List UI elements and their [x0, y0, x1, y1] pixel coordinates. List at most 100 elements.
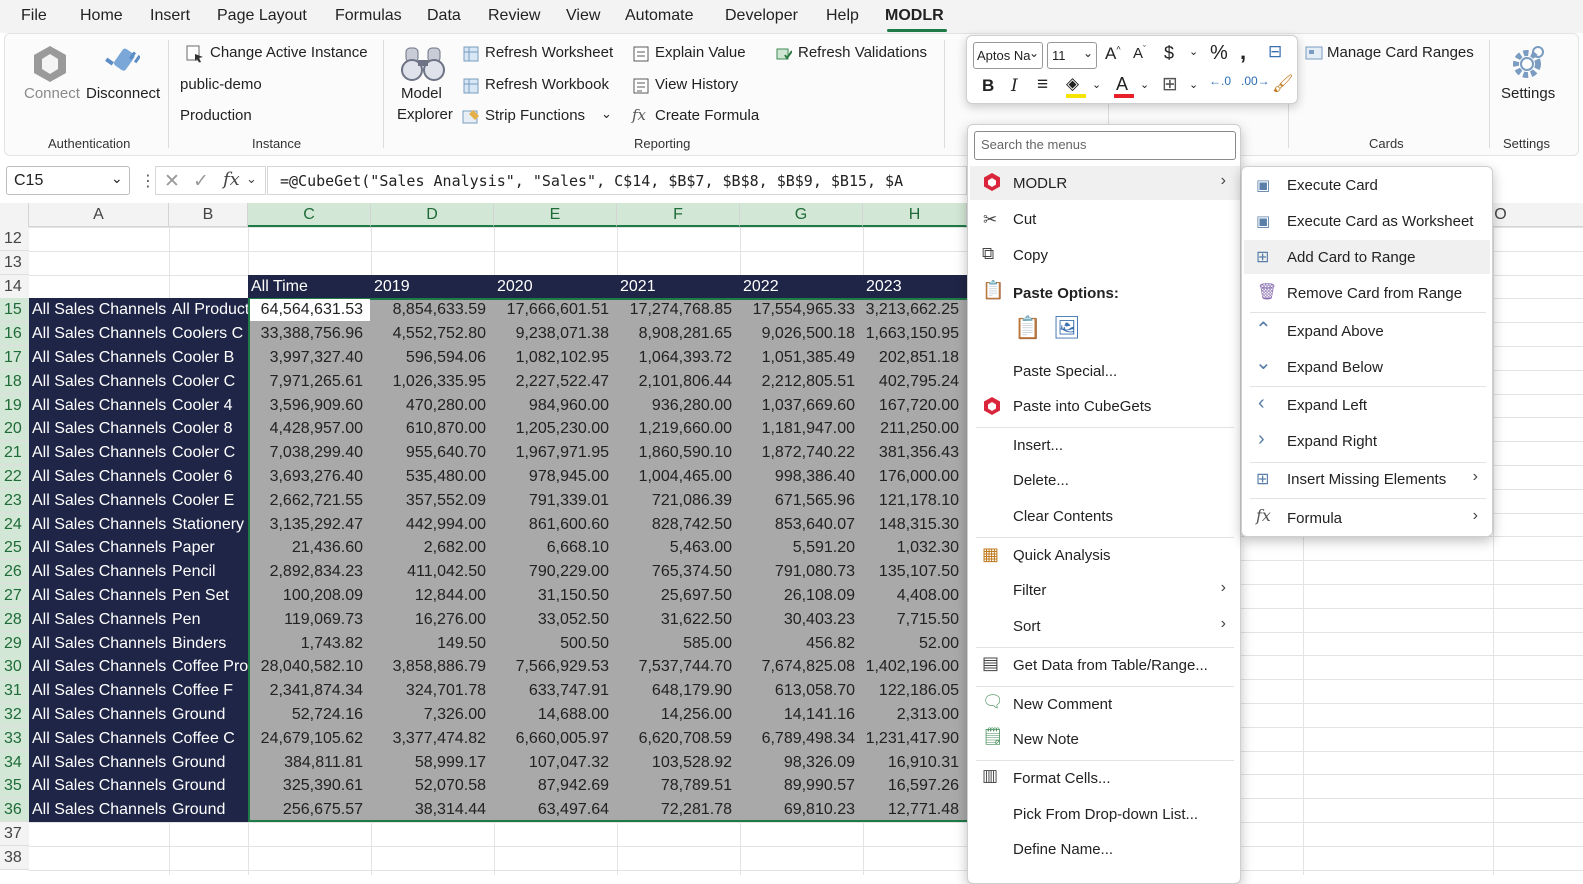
menu-item-insert-missing[interactable]: Insert Missing Elements — [1287, 471, 1446, 488]
menu-modlr[interactable]: MODLR — [885, 7, 944, 25]
row-header[interactable]: 20 — [0, 417, 29, 441]
row-label-channel[interactable]: All Sales Channels — [32, 560, 168, 584]
table-cell[interactable]: 4,552,752.80 — [371, 322, 494, 346]
column-header-d[interactable]: D — [371, 203, 494, 227]
menu-insert[interactable]: Insert — [150, 7, 190, 25]
table-cell[interactable]: 357,552.09 — [371, 489, 494, 513]
table-cell[interactable]: 7,038,299.40 — [248, 441, 371, 465]
table-cell[interactable]: 1,402,196.00 — [863, 655, 967, 679]
row-label-channel[interactable]: All Sales Channels — [32, 465, 168, 489]
insert-function-icon[interactable]: fx — [223, 169, 240, 190]
table-cell[interactable]: 4,408.00 — [863, 584, 967, 608]
bold-icon[interactable]: B — [982, 76, 994, 96]
table-cell[interactable]: 791,080.73 — [740, 560, 863, 584]
explain-value-button[interactable]: Explain Value — [655, 44, 746, 61]
table-cell[interactable]: 442,994.00 — [371, 513, 494, 537]
table-cell[interactable]: 5,591.20 — [740, 536, 863, 560]
menu-item-sort[interactable]: Sort — [1013, 618, 1041, 635]
percent-icon[interactable]: % — [1210, 42, 1228, 65]
fx-dropdown-icon[interactable]: ⌄ — [246, 171, 257, 187]
table-cell[interactable]: 671,565.96 — [740, 489, 863, 513]
row-label-product[interactable]: Pen — [172, 608, 248, 632]
table-cell[interactable]: 78,789.51 — [617, 774, 740, 798]
table-cell[interactable]: 149.50 — [371, 632, 494, 656]
table-cell[interactable]: 6,668.10 — [494, 536, 617, 560]
row-label-channel[interactable]: All Sales Channels — [32, 441, 168, 465]
currency-icon[interactable]: $ — [1164, 43, 1174, 64]
row-label-channel[interactable]: All Sales Channels — [32, 370, 168, 394]
row-header[interactable]: 37 — [0, 822, 29, 846]
menu-item-formula[interactable]: Formula — [1287, 510, 1342, 527]
menu-item-modlr-highlight[interactable] — [970, 166, 1240, 200]
table-cell[interactable]: 64,564,631.53 — [248, 298, 371, 322]
row-label-channel[interactable]: All Sales Channels — [32, 584, 168, 608]
column-header-b[interactable]: B — [169, 203, 248, 227]
table-cell[interactable]: 596,594.06 — [371, 346, 494, 370]
table-cell[interactable]: 89,990.57 — [740, 774, 863, 798]
row-header[interactable]: 19 — [0, 394, 29, 418]
menu-review[interactable]: Review — [488, 7, 540, 25]
row-header[interactable]: 18 — [0, 370, 29, 394]
row-label-product[interactable]: Coffee F — [172, 679, 248, 703]
menu-item-expand-below[interactable]: Expand Below — [1287, 359, 1383, 376]
table-cell[interactable]: 2,682.00 — [371, 536, 494, 560]
table-cell[interactable]: 167,720.00 — [863, 394, 967, 418]
column-header-e[interactable]: E — [494, 203, 617, 227]
menu-item-insert[interactable]: Insert... — [1013, 437, 1063, 454]
table-cell[interactable]: 12,844.00 — [371, 584, 494, 608]
table-cell[interactable]: 853,640.07 — [740, 513, 863, 537]
menu-item-remove-card[interactable]: Remove Card from Range — [1287, 285, 1462, 302]
table-cell[interactable]: 1,064,393.72 — [617, 346, 740, 370]
menu-item-expand-left[interactable]: Expand Left — [1287, 397, 1367, 414]
table-cell[interactable]: 585.00 — [617, 632, 740, 656]
align-center-icon[interactable]: ≡ — [1037, 74, 1048, 96]
row-header[interactable]: 28 — [0, 608, 29, 632]
menu-item-format-cells[interactable]: Format Cells... — [1013, 770, 1111, 787]
table-cell[interactable]: 955,640.70 — [371, 441, 494, 465]
table-cell[interactable]: 14,256.00 — [617, 703, 740, 727]
chevron-down-icon[interactable]: ⌄ — [1189, 45, 1198, 58]
table-cell[interactable]: 17,554,965.33 — [740, 298, 863, 322]
table-cell[interactable]: 2,227,522.47 — [494, 370, 617, 394]
table-cell[interactable]: 1,051,385.49 — [740, 346, 863, 370]
table-cell[interactable]: 119,069.73 — [248, 608, 371, 632]
row-label-channel[interactable]: All Sales Channels — [32, 322, 168, 346]
table-cell[interactable]: 610,870.00 — [371, 417, 494, 441]
row-label-channel[interactable]: All Sales Channels — [32, 489, 168, 513]
column-header-a[interactable]: A — [29, 203, 169, 227]
table-cell[interactable]: 12,771.48 — [863, 798, 967, 822]
row-header[interactable]: 15 — [0, 298, 29, 322]
menu-formulas[interactable]: Formulas — [335, 7, 402, 25]
formula-bar-more-icon[interactable]: ⋮ — [140, 171, 156, 191]
table-cell[interactable]: 3,997,327.40 — [248, 346, 371, 370]
table-cell[interactable]: 33,052.50 — [494, 608, 617, 632]
row-label-product[interactable]: Cooler C — [172, 370, 248, 394]
table-cell[interactable]: 98,326.09 — [740, 751, 863, 775]
table-cell[interactable]: 9,026,500.18 — [740, 322, 863, 346]
table-cell[interactable]: 28,040,582.10 — [248, 655, 371, 679]
table-cell[interactable]: 7,971,265.61 — [248, 370, 371, 394]
connect-button[interactable]: Connect — [24, 85, 80, 102]
column-header-f[interactable]: F — [617, 203, 740, 227]
table-cell[interactable]: 6,789,498.34 — [740, 727, 863, 751]
column-header-c[interactable]: C — [248, 203, 371, 227]
chevron-down-icon[interactable]: ⌄ — [1092, 78, 1101, 91]
row-label-product[interactable]: Coffee Products — [172, 655, 248, 679]
row-label-product[interactable]: Cooler 6 — [172, 465, 248, 489]
create-formula-button[interactable]: Create Formula — [655, 107, 759, 124]
row-label-product[interactable]: Cooler 4 — [172, 394, 248, 418]
table-cell[interactable]: 9,238,071.38 — [494, 322, 617, 346]
menu-item-filter[interactable]: Filter — [1013, 582, 1046, 599]
table-cell[interactable]: 978,945.00 — [494, 465, 617, 489]
table-cell[interactable]: 411,042.50 — [371, 560, 494, 584]
table-cell[interactable]: 26,108.09 — [740, 584, 863, 608]
table-cell[interactable]: 24,679,105.62 — [248, 727, 371, 751]
row-label-channel[interactable]: All Sales Channels — [32, 655, 168, 679]
menu-item-execute-card[interactable]: Execute Card — [1287, 177, 1378, 194]
table-cell[interactable]: 63,497.64 — [494, 798, 617, 822]
refresh-validations-button[interactable]: Refresh Validations — [798, 44, 927, 61]
row-label-channel[interactable]: All Sales Channels — [32, 417, 168, 441]
format-painter-icon[interactable]: 🖌 — [1272, 74, 1294, 94]
change-active-instance-button[interactable]: Change Active Instance — [210, 44, 368, 61]
row-label-product[interactable]: Paper — [172, 536, 248, 560]
